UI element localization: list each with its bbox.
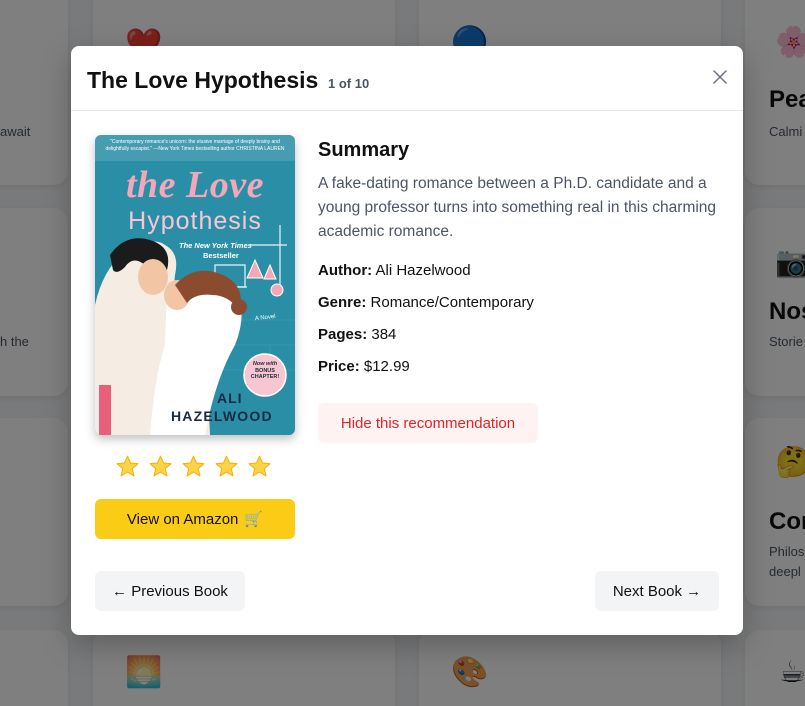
author-value: Ali Hazelwood [375,262,471,279]
pages-value: 384 [371,326,397,343]
pages-label: Pages: [318,326,368,343]
cover-title-line1: the Love [125,164,264,206]
close-icon [713,70,727,84]
view-on-amazon-button[interactable]: View on Amazon 🛒 [95,499,295,539]
author-label: Author: [318,262,373,279]
star-icon [182,455,205,477]
cover-badge-line2: Bestseller [203,251,239,260]
modal-header: The Love Hypothesis 1 of 10 [71,46,743,111]
summary-heading: Summary [318,139,410,161]
cover-badge-line1: The New York Times [179,241,252,250]
star-icon [248,455,271,477]
cart-icon: 🛒 [244,511,264,528]
next-book-button[interactable]: Next Book → [595,571,719,611]
book-cover: "Contemporary romance's unicorn: the elu… [95,135,295,435]
genre-row: Genre: Romance/Contemporary [318,294,534,311]
cover-author-line2: HAZELWOOD [171,408,273,424]
book-counter: 1 of 10 [328,76,370,91]
price-label: Price: [318,358,360,375]
pages-row: Pages: 384 [318,326,396,343]
rating-stars [115,454,272,479]
cover-author-line1: ALI [217,390,243,406]
book-modal: The Love Hypothesis 1 of 10 "Contemporar… [71,46,743,635]
star-icon [116,455,139,477]
sticker-line3: CHAPTER! [250,374,280,380]
cover-sticker: Now with BONUS CHAPTER! [245,361,285,381]
genre-label: Genre: [318,294,367,311]
genre-value: Romance/Contemporary [370,294,534,311]
price-value: $12.99 [363,358,410,375]
cover-quote: "Contemporary romance's unicorn: the elu… [105,139,285,152]
book-title: The Love Hypothesis [87,67,319,93]
star-icon [215,455,238,477]
amazon-button-label: View on Amazon [126,510,239,528]
cover-title-line2: Hypothesis [128,207,262,235]
author-row: Author: Ali Hazelwood [318,262,471,279]
star-icon [149,455,172,477]
hide-recommendation-button[interactable]: Hide this recommendation [318,403,538,443]
close-button[interactable] [707,64,733,90]
previous-book-button[interactable]: ← Previous Book [95,571,245,611]
price-row: Price: $12.99 [318,358,410,375]
summary-text: A fake-dating romance between a Ph.D. ca… [318,175,717,240]
